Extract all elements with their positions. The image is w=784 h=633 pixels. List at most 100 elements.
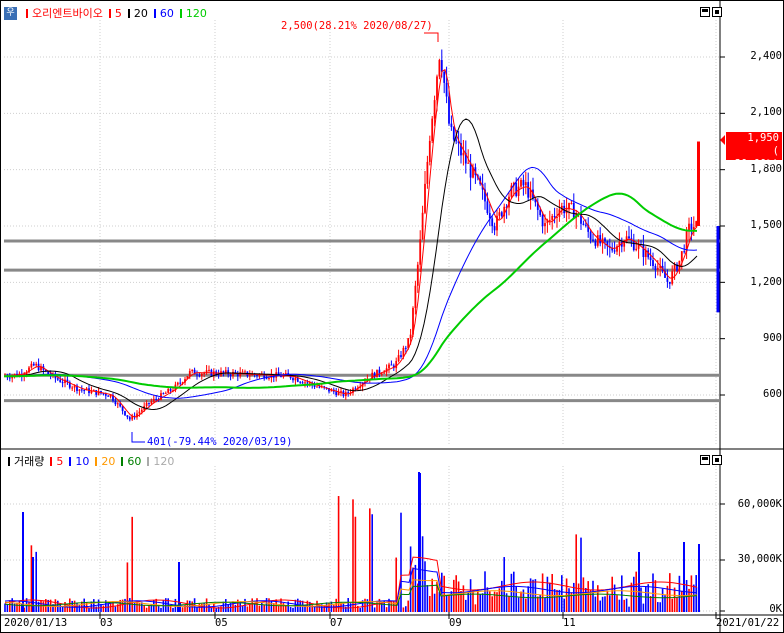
volume-bar	[83, 598, 85, 612]
candle-body	[241, 371, 244, 373]
candle-body	[582, 223, 585, 225]
volume-bar	[402, 607, 405, 612]
candle-body	[30, 363, 33, 368]
volume-bar	[501, 580, 503, 612]
candle-body	[116, 403, 119, 405]
candle-body	[656, 267, 659, 270]
volume-bar	[649, 595, 652, 612]
candle-body	[486, 201, 489, 214]
candle-body	[227, 370, 230, 375]
outer-frame	[0, 0, 784, 633]
volume-bar	[673, 587, 676, 612]
date-axis-label: 2020/01/13	[4, 617, 68, 629]
volume-bar	[491, 596, 493, 612]
volume-bar	[669, 573, 671, 612]
volume-bar	[568, 588, 570, 612]
volume-bar	[453, 579, 455, 612]
close-icon[interactable]	[712, 7, 722, 17]
candle-body	[409, 334, 412, 339]
ma60-line	[4, 166, 698, 399]
candle-body	[553, 216, 556, 218]
candle-body	[61, 382, 64, 384]
candle-body	[376, 369, 378, 378]
volume-bar	[587, 581, 589, 612]
volume-bar	[498, 588, 501, 612]
volume-bar	[429, 595, 431, 612]
candle-body	[150, 401, 153, 404]
candle-body	[548, 219, 551, 221]
candle-body	[462, 152, 465, 156]
legend-ma120: 120	[185, 6, 207, 20]
volume-bar	[640, 587, 642, 612]
volume-axis-label: 60,000K	[737, 498, 782, 510]
volume-bar	[4, 603, 6, 612]
legend-marker	[108, 8, 111, 18]
candle-body	[83, 389, 86, 391]
volume-bar	[78, 605, 81, 612]
volume-bar	[225, 599, 227, 612]
maximize-icon[interactable]	[700, 455, 710, 465]
volume-bar	[405, 606, 407, 612]
legend-marker	[127, 8, 130, 18]
volume-bar	[445, 594, 448, 612]
candle-body	[613, 250, 616, 252]
candle-body	[551, 216, 554, 220]
legend-vma20: 20	[101, 454, 116, 468]
candle-body	[78, 389, 81, 391]
candle-body	[32, 363, 35, 366]
candle-body	[697, 141, 700, 226]
volume-bar	[22, 512, 24, 612]
candle-body	[695, 221, 698, 228]
volume-bar	[371, 514, 373, 612]
volume-title: 거래량	[14, 455, 45, 468]
volume-bar	[479, 594, 481, 612]
candle-body	[224, 370, 227, 373]
volume-bar	[618, 599, 621, 612]
candle-body	[229, 374, 232, 376]
volume-bar	[575, 534, 577, 612]
volume-bar	[107, 603, 109, 612]
volume-bar	[256, 598, 258, 612]
volume-bar	[580, 537, 582, 612]
volume-bar	[95, 606, 97, 612]
candle-body	[107, 395, 110, 397]
maximize-icon[interactable]	[700, 7, 710, 17]
candle-body	[414, 285, 417, 308]
panel-menu-icon[interactable]: 우	[4, 6, 17, 20]
volume-bar	[241, 605, 244, 612]
volume-bar	[508, 596, 510, 612]
close-icon[interactable]	[712, 455, 722, 465]
candle-body	[524, 182, 527, 186]
volume-bar	[481, 593, 484, 612]
volume-bar	[601, 596, 604, 612]
volume-bar	[71, 600, 73, 612]
volume-bar	[666, 585, 669, 612]
volume-bar	[369, 508, 371, 612]
volume-bar	[184, 604, 186, 612]
candle-body	[673, 264, 676, 272]
volume-bar	[604, 596, 606, 612]
volume-bar	[657, 602, 659, 612]
volume-bar	[532, 579, 534, 612]
candle-body	[244, 371, 246, 373]
volume-bar	[210, 607, 213, 612]
volume-bar	[131, 516, 133, 612]
date-axis-label: 05	[215, 617, 228, 629]
volume-bar	[654, 580, 657, 612]
candle-body	[299, 381, 302, 383]
legend-ma20: 20	[133, 6, 148, 20]
candle-body	[635, 248, 638, 251]
candle-body	[56, 378, 59, 380]
legend-marker	[50, 456, 53, 466]
volume-bar	[609, 595, 611, 612]
candle-body	[222, 371, 225, 373]
candle-body	[642, 244, 645, 258]
candle-body	[35, 363, 38, 366]
volume-bar	[354, 516, 357, 612]
volume-panel-legend: 거래량 5 10 20 60 120	[4, 454, 174, 468]
candle-body	[544, 223, 546, 227]
candle-body	[443, 71, 446, 83]
chart-canvas[interactable]	[0, 0, 784, 633]
candle-body	[690, 223, 693, 230]
candle-body	[594, 240, 597, 246]
